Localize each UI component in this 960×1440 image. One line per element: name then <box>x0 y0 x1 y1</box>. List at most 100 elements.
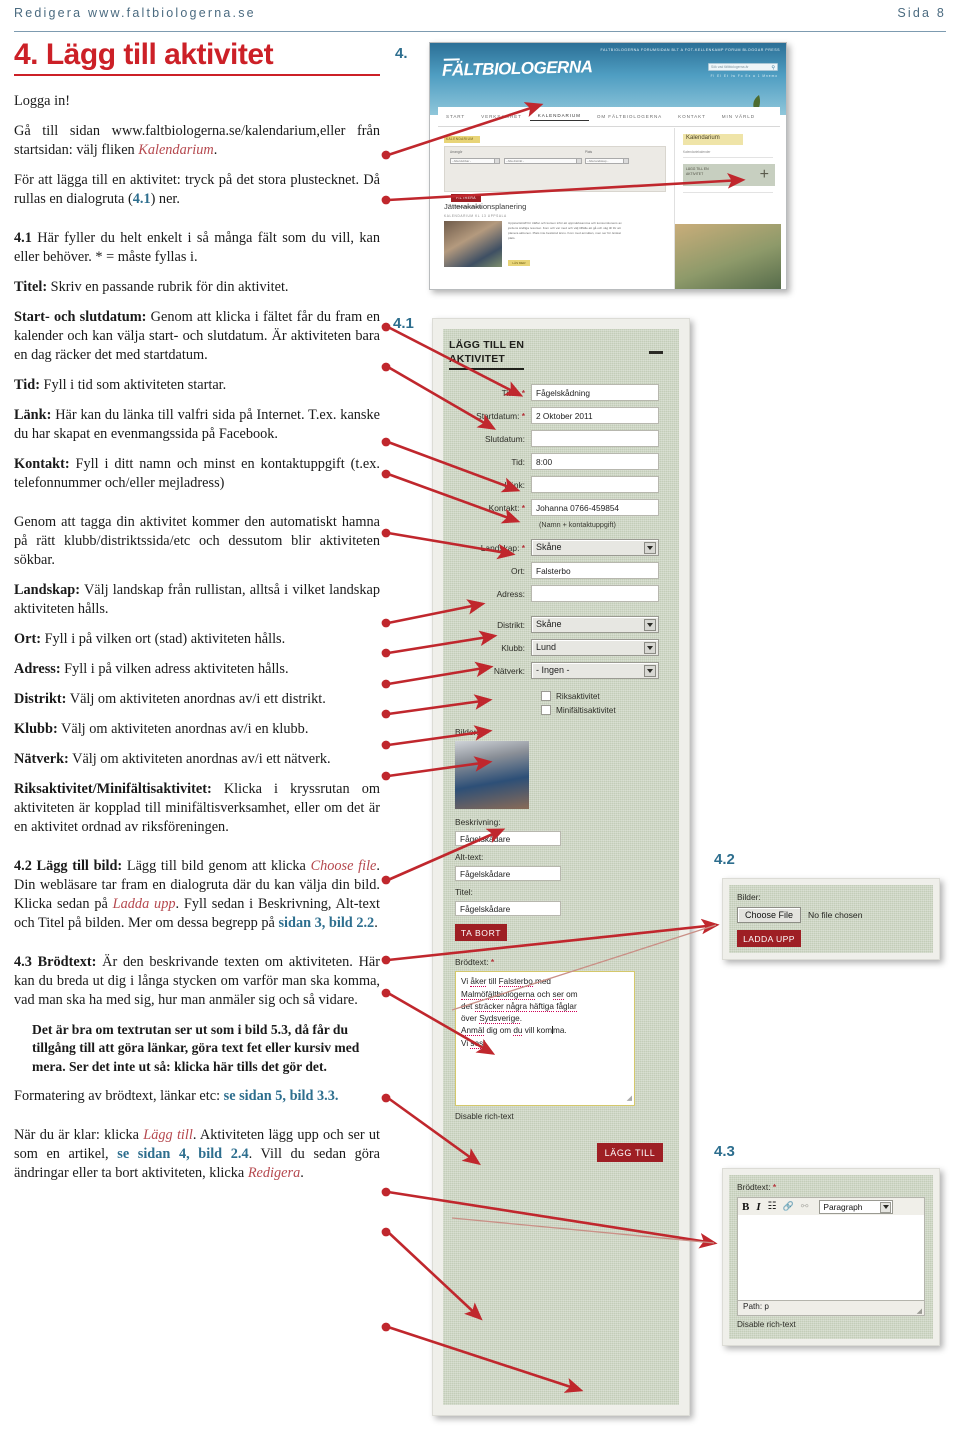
ladda-upp-button[interactable]: LADDA UPP <box>737 930 801 947</box>
input-titel[interactable]: Fågelskådning <box>531 384 659 402</box>
screenshot-image-upload: Bilder: Choose File No file chosen LADDA… <box>722 878 940 960</box>
textarea-brodtext[interactable]: Vi åker till Falsterbo med Malmöfältbiol… <box>455 971 635 1107</box>
screenshot-add-activity-form: LÄGG TILL EN AKTIVITET Titel: * Fågelskåd… <box>432 318 690 1416</box>
em-choose-file: Choose file <box>310 858 377 874</box>
italic-icon[interactable]: I <box>756 1201 760 1213</box>
unlink-icon[interactable]: ⚯ <box>801 1201 809 1212</box>
input-startdatum[interactable]: 2 Oktober 2011 <box>531 407 659 425</box>
header-site-label: Redigera www.faltbiologerna.se <box>14 6 256 20</box>
format-select-paragraph[interactable]: Paragraph <box>819 1199 894 1214</box>
field-row-ort: Ort: Falsterbo <box>449 562 671 580</box>
website-tab-min-varld[interactable]: MIN VÄRLD <box>714 114 763 119</box>
link-icon[interactable]: 🔗 <box>783 1201 794 1212</box>
input-ort[interactable]: Falsterbo <box>531 562 659 580</box>
field-label-landskap: Landskap: * <box>480 542 525 553</box>
disable-rich-text-link-43[interactable]: Disable rich-text <box>737 1320 925 1329</box>
chevron-down-icon[interactable] <box>644 619 656 632</box>
checkbox-riksaktivitet[interactable] <box>541 691 551 702</box>
input-beskrivning[interactable]: Fågelskådare <box>455 831 561 847</box>
page-number: Sida 8 <box>897 6 946 20</box>
brodtext-line-2: Malmöfältbiologerna och ser om <box>461 989 578 1000</box>
filter-select-distrikt[interactable]: - Alla distrikt - <box>504 158 582 164</box>
page-header: Redigera www.faltbiologerna.se Sida 8 <box>14 6 946 32</box>
select-landskap[interactable]: Skåne <box>531 539 659 557</box>
field-row-kontakt: Kontakt: * Johanna 0766-459854 <box>449 499 671 517</box>
website-tab-start[interactable]: START <box>438 114 473 119</box>
field-row-adress: Adress: <box>449 585 671 603</box>
input-alttext[interactable]: Fågelskådare <box>455 866 561 882</box>
input-tid[interactable]: 8:00 <box>531 453 659 471</box>
website-content: KALENDARIUM Arrangör Plats - Alla klubba… <box>438 128 781 289</box>
lagg-till-button[interactable]: LÄGG TILL <box>597 1143 663 1163</box>
label-riksaktivitet: Riksaktivitet/Minifältisaktivitet: <box>14 781 212 797</box>
required-asterisk: * <box>521 410 525 421</box>
chevron-down-icon[interactable] <box>644 642 656 655</box>
editor-content-area[interactable] <box>737 1215 925 1301</box>
website-badge-kalendarium: KALENDARIUM <box>444 136 480 143</box>
label-image-titel: Titel: <box>455 887 473 898</box>
website-tab-verksamhet[interactable]: VERKSAMHET <box>473 114 530 119</box>
chevron-down-icon[interactable] <box>644 542 656 555</box>
website-language-bar[interactable]: Fl El Et Iw Fo Ex a 1 Mnemo <box>711 74 778 78</box>
chevron-down-icon[interactable] <box>644 665 656 678</box>
select-distrikt[interactable]: Skåne <box>531 616 659 634</box>
website-article-title[interactable]: Jätterakaktionsplanering <box>444 202 526 211</box>
website-search-input[interactable]: Sök vad fältbiologerna är ⚲ <box>708 63 778 71</box>
website-logo[interactable]: FÄLTBIOLOGERNA <box>442 57 593 81</box>
label-brodtext: Brödtext: * <box>455 957 495 968</box>
para-43: 4.3 Brödtext: Är den beskrivande texten … <box>14 953 380 1010</box>
add-activity-label: LÄGG TILL EN AKTIVITET <box>686 167 709 177</box>
text-tid: Fyll i tid som aktiviteten startar. <box>39 377 227 393</box>
resize-grip-icon[interactable]: ◢ <box>627 1094 632 1105</box>
input-kontakt[interactable]: Johanna 0766-459854 <box>531 499 659 517</box>
para-goto: Gå till sidan www.faltbiologerna.se/kale… <box>14 122 380 160</box>
checkbox-row-minifaltisaktivitet: Minifältisaktivitet <box>541 705 671 716</box>
input-image-titel[interactable]: Fågelskådare <box>455 901 561 917</box>
checkbox-minifaltisaktivitet[interactable] <box>541 705 551 716</box>
label-brodtext-43: Brödtext: * <box>737 1182 777 1192</box>
input-slutdatum[interactable] <box>531 430 659 448</box>
select-natverk[interactable]: - Ingen - <box>531 662 659 680</box>
minimize-icon[interactable] <box>649 351 663 354</box>
website-tab-kalendarium[interactable]: KALENDARIUM <box>529 113 589 121</box>
add-activity-box[interactable]: LÄGG TILL EN AKTIVITET + <box>683 164 775 186</box>
plus-icon[interactable]: + <box>760 166 769 184</box>
chevron-down-icon[interactable] <box>880 1201 892 1213</box>
label-tid: Tid: <box>14 377 40 393</box>
ta-bort-button[interactable]: TA BORT <box>455 924 507 942</box>
para-riksaktivitet: Riksaktivitet/Minifältisaktivitet: Klick… <box>14 780 380 837</box>
filter-button[interactable]: FILTRERA <box>451 194 481 202</box>
website-tab-om[interactable]: OM FÄLTBIOLOGERNA <box>589 114 670 119</box>
brodtext-line-3: det sträcker några häftiga fåglar <box>461 1001 577 1012</box>
para-add: För att lägga till en aktivitet: tryck p… <box>14 171 380 209</box>
disable-rich-text-link[interactable]: Disable rich-text <box>455 1112 671 1121</box>
editor-path-bar: Path: p ◢ <box>737 1301 925 1316</box>
text-klar-d: . <box>300 1165 304 1182</box>
para-adress: Adress: Fyll i på vilken adress aktivite… <box>14 660 380 679</box>
required-asterisk: * <box>521 387 525 398</box>
para-tagga: Genom att tagga din aktivitet kommer den… <box>14 514 380 568</box>
select-klubb[interactable]: Lund <box>531 639 659 657</box>
brodtext-line-6: Vi ses! <box>461 1038 486 1049</box>
para-natverk: Nätverk: Välj om aktiviteten anordnas av… <box>14 750 380 769</box>
filter-select-landskap[interactable]: - Alla landskap - <box>585 158 629 164</box>
instruction-column: 4. Lägg till aktivitet Logga in! Gå till… <box>14 40 380 1194</box>
website-read-more-button[interactable]: LÄS MER <box>508 260 530 266</box>
label-kontakt: Kontakt: <box>14 456 70 472</box>
checkbox-row-riksaktivitet: Riksaktivitet <box>541 691 671 702</box>
label-bilder: Bilder: <box>455 727 479 738</box>
para-43-note: Det är bra om textrutan ser ut som i bil… <box>32 1022 360 1074</box>
website-topnav[interactable]: FALTBIOLOGERNA FORUMSIDAN BLT A FOT-KELL… <box>600 48 780 52</box>
filter-select-klubb[interactable]: - Alla klubbar - <box>450 158 500 164</box>
input-adress[interactable] <box>531 585 659 603</box>
input-lank[interactable] <box>531 476 659 494</box>
para-goto-b: . <box>213 142 218 158</box>
website-tab-kontakt[interactable]: KONTAKT <box>670 114 714 119</box>
fignum-42: 4.2 <box>714 851 735 868</box>
bullet-list-icon[interactable]: ☷ <box>768 1201 777 1212</box>
para-login: Logga in! <box>14 93 70 109</box>
label-adress: Adress: <box>14 661 61 677</box>
choose-file-button[interactable]: Choose File <box>737 907 802 923</box>
bold-icon[interactable]: B <box>742 1201 749 1213</box>
resize-grip-icon[interactable]: ◢ <box>917 1307 922 1315</box>
